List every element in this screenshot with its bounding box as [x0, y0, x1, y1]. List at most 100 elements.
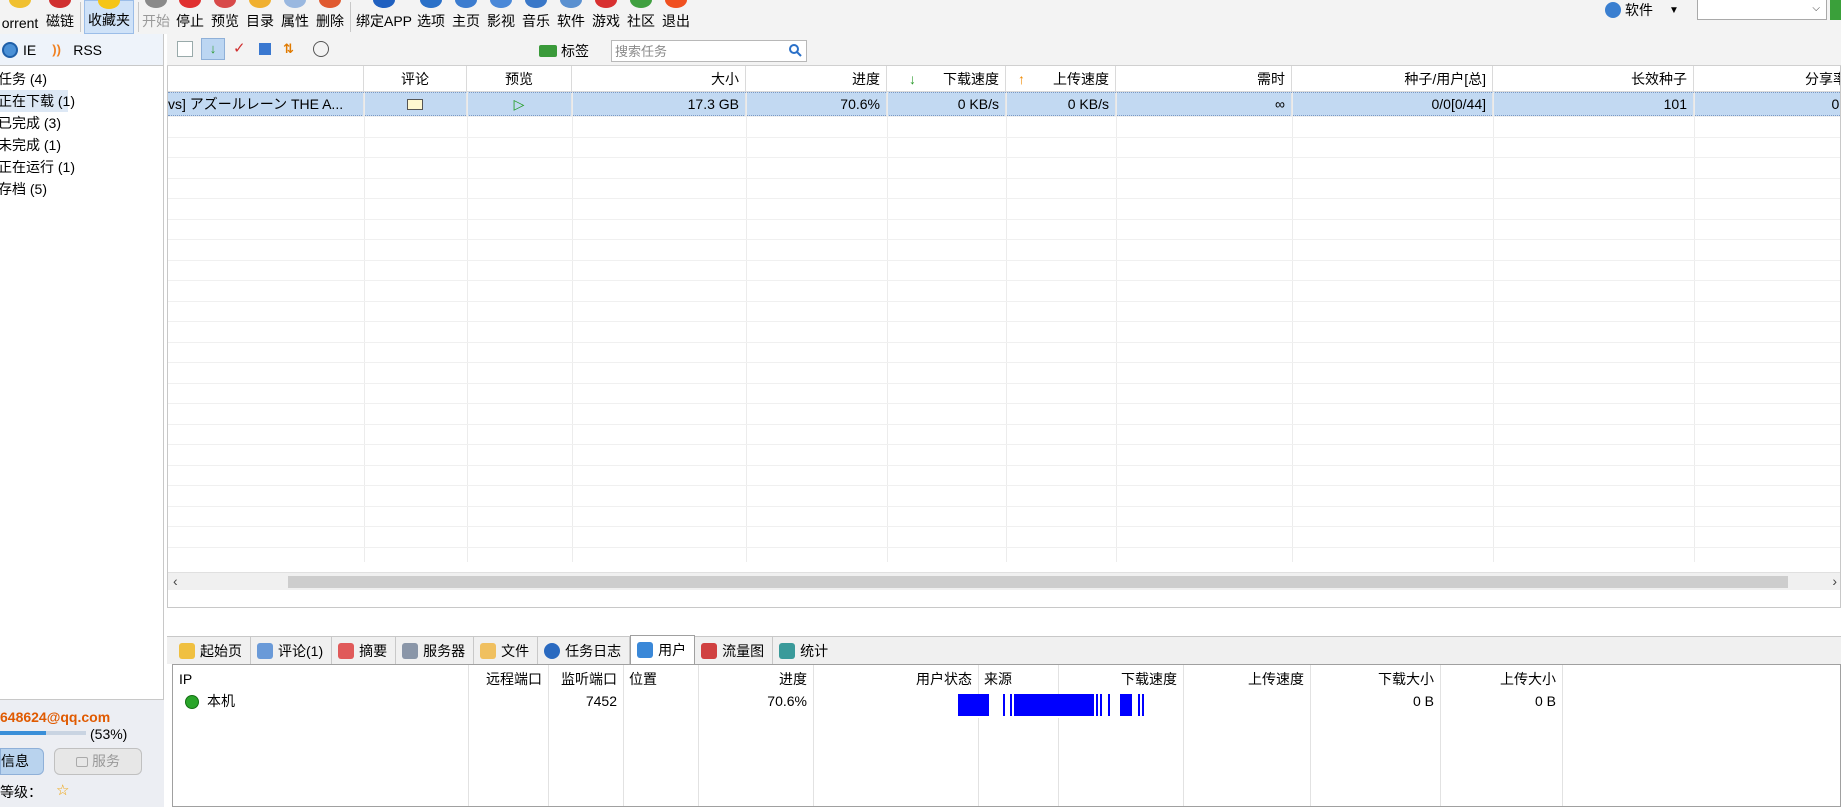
- category-downloading[interactable]: 正在下载 (1): [0, 90, 75, 112]
- search-icon[interactable]: [788, 43, 802, 57]
- globe-icon: [1605, 2, 1621, 18]
- start-button[interactable]: 开始: [141, 0, 171, 34]
- category-all-tasks[interactable]: 任务 (4): [0, 68, 163, 90]
- peer-column-download-size[interactable]: 下载大小: [1310, 667, 1440, 691]
- app-window: orrent 磁链 收藏夹 开始 停止 预览 目录 属性 删除 绑定APP 选项…: [0, 0, 1841, 807]
- peer-column-remote-port[interactable]: 远程端口: [468, 667, 548, 691]
- scroll-left-icon[interactable]: ‹: [173, 573, 178, 589]
- file-icon: [480, 642, 497, 659]
- preview-button[interactable]: 预览: [210, 0, 240, 34]
- peer-column-ip[interactable]: IP: [173, 667, 313, 691]
- scroll-right-icon[interactable]: ›: [1832, 573, 1837, 589]
- task-row[interactable]: vs] アズールレーン THE A... ▷ 17.3 GB 70.6% 0 K…: [168, 92, 1840, 117]
- horizontal-scrollbar[interactable]: ‹ ›: [168, 572, 1840, 590]
- software-search-toggle[interactable]: 软件 ▼: [1605, 0, 1679, 20]
- peer-list: IP 远程端口 监听端口 位置 进度 用户状态 来源 下载速度 上传速度 下载大…: [172, 664, 1841, 807]
- scheduler-icon[interactable]: [313, 41, 329, 57]
- row-divider: [168, 342, 1840, 343]
- delete-button[interactable]: 删除: [315, 0, 345, 34]
- tab-rss[interactable]: )) RSS: [52, 42, 102, 58]
- play-preview-icon[interactable]: ▷: [467, 93, 572, 117]
- peer-column-upload-size[interactable]: 上传大小: [1440, 667, 1562, 691]
- peer-column-upload-speed[interactable]: 上传速度: [1183, 667, 1310, 691]
- options-button[interactable]: 选项: [416, 0, 446, 34]
- new-task-icon[interactable]: [177, 41, 193, 57]
- traffic-chart-icon: [701, 642, 718, 659]
- info-button[interactable]: 信息: [0, 748, 44, 775]
- magnet-button[interactable]: 磁链: [44, 0, 76, 34]
- peer-column-download-speed[interactable]: 下载速度: [1058, 667, 1183, 691]
- category-running[interactable]: 正在运行 (1): [0, 156, 163, 178]
- column-header-name[interactable]: [168, 66, 364, 92]
- software-button[interactable]: 软件: [556, 0, 586, 34]
- left-panel: IE )) RSS 任务 (4) 正在下载 (1) 已完成 (3) 未完成 (1…: [0, 34, 164, 807]
- column-header-upload-speed[interactable]: ↑ 上传速度: [1006, 66, 1116, 92]
- tab-traffic-chart[interactable]: 流量图: [695, 637, 774, 664]
- category-archive[interactable]: 存档 (5): [0, 178, 163, 200]
- properties-button[interactable]: 属性: [280, 0, 310, 34]
- comment-icon: [257, 642, 273, 659]
- account-email[interactable]: 648624@qq.com: [0, 709, 110, 725]
- completed-check-icon[interactable]: ✓: [233, 41, 249, 57]
- column-header-size[interactable]: 大小: [572, 66, 746, 92]
- bind-app-button[interactable]: 绑定APP: [356, 0, 412, 34]
- tab-files[interactable]: 文件: [474, 637, 539, 664]
- community-button[interactable]: 社区: [626, 0, 656, 34]
- peer-column-listen-port[interactable]: 监听端口: [548, 667, 623, 691]
- column-divider: [978, 665, 979, 806]
- column-header-download-speed[interactable]: ↓ 下载速度: [887, 66, 1006, 92]
- tab-task-log[interactable]: 任务日志: [538, 637, 631, 664]
- tab-ie[interactable]: IE: [2, 41, 36, 58]
- column-header-preview[interactable]: 预览: [467, 66, 572, 92]
- tab-users[interactable]: 用户: [630, 635, 696, 664]
- local-peer-icon: [185, 695, 199, 709]
- column-header-long-seeds[interactable]: 长效种子: [1493, 66, 1694, 92]
- exit-button[interactable]: 退出: [661, 0, 691, 34]
- account-progress-fill: [0, 731, 46, 735]
- tab-statistics[interactable]: 统计: [773, 637, 836, 664]
- column-header-comment[interactable]: 评论: [364, 66, 467, 92]
- piece-segment: [1138, 694, 1140, 716]
- peer-column-location[interactable]: 位置: [623, 667, 698, 691]
- tab-summary[interactable]: 摘要: [332, 637, 397, 664]
- home-button[interactable]: 主页: [451, 0, 481, 34]
- task-comment-cell[interactable]: [364, 93, 467, 117]
- go-button[interactable]: [1830, 0, 1841, 20]
- software-combo-box[interactable]: ⌵: [1697, 0, 1827, 20]
- music-button[interactable]: 音乐: [521, 0, 551, 34]
- scrollbar-thumb[interactable]: [288, 576, 1788, 588]
- ie-icon: [2, 41, 18, 58]
- tab-comments[interactable]: 评论(1): [251, 637, 333, 664]
- chevron-down-icon: ▼: [1669, 4, 1679, 16]
- video-button[interactable]: 影视: [486, 0, 516, 34]
- stop-button[interactable]: 停止: [175, 0, 205, 34]
- peer-column-source[interactable]: 来源: [978, 667, 1058, 691]
- tab-servers[interactable]: 服务器: [396, 637, 475, 664]
- category-completed[interactable]: 已完成 (3): [0, 112, 163, 134]
- peer-column-progress[interactable]: 进度: [698, 667, 813, 691]
- peer-column-status[interactable]: 用户状态: [813, 667, 978, 691]
- folder-button[interactable]: 目录: [245, 0, 275, 34]
- tab-start-page[interactable]: 起始页: [173, 637, 251, 664]
- task-size: 17.3 GB: [572, 93, 746, 117]
- column-header-eta[interactable]: 需时: [1116, 66, 1292, 92]
- task-list-header: ⌄ 评论 预览 大小 进度 ↓ 下载速度 ↑ 上传速度 需时 种子/用户[总] …: [168, 66, 1840, 92]
- task-search-input[interactable]: [612, 41, 782, 61]
- favorites-button[interactable]: 收藏夹: [84, 0, 134, 34]
- column-header-seeds-peers[interactable]: 种子/用户[总]: [1292, 66, 1493, 92]
- download-filter-icon[interactable]: ↓: [201, 38, 225, 60]
- game-button[interactable]: 游戏: [591, 0, 621, 34]
- column-divider: [813, 665, 814, 806]
- up-down-icon[interactable]: ⇅: [283, 41, 299, 57]
- row-divider: [168, 178, 1840, 179]
- column-header-progress[interactable]: 进度: [746, 66, 887, 92]
- service-button[interactable]: 服务: [54, 748, 142, 775]
- category-incomplete[interactable]: 未完成 (1): [0, 134, 163, 156]
- column-header-ratio[interactable]: 分享率: [1694, 66, 1840, 92]
- column-divider: [1006, 92, 1007, 562]
- queue-icon[interactable]: [259, 43, 271, 55]
- torrent-button[interactable]: orrent: [0, 0, 40, 34]
- tag-button[interactable]: 标签: [539, 41, 589, 61]
- rss-icon: )): [52, 41, 61, 57]
- account-panel: 648624@qq.com (53%) 信息 服务 等级： ☆: [0, 699, 164, 807]
